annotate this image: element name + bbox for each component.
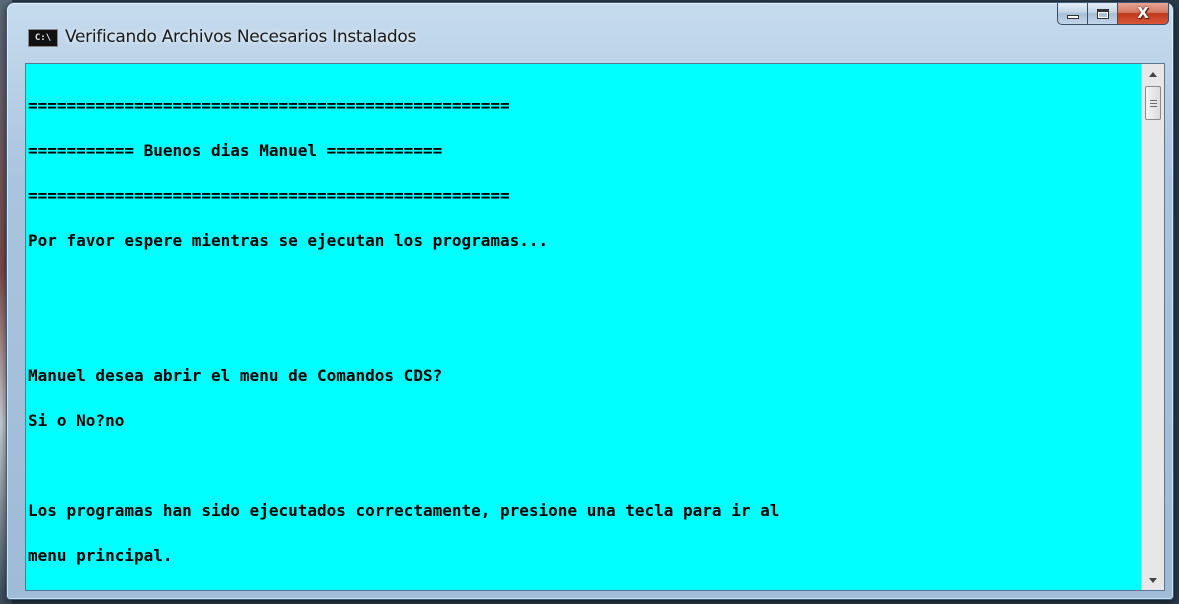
grip-icon — [1149, 99, 1157, 101]
minimize-button[interactable] — [1057, 3, 1087, 25]
console-line: Por favor espere mientras se ejecutan lo… — [28, 231, 549, 250]
maximize-button[interactable] — [1087, 3, 1117, 25]
scroll-up-button[interactable] — [1142, 64, 1164, 84]
vertical-scrollbar[interactable] — [1141, 64, 1164, 590]
scroll-down-button[interactable] — [1142, 570, 1164, 590]
window-title: Verificando Archivos Necesarios Instalad… — [65, 27, 417, 47]
scroll-up-arrow-icon — [1149, 71, 1157, 77]
scroll-down-arrow-icon — [1149, 577, 1157, 583]
console-area[interactable]: ========================================… — [25, 63, 1165, 591]
console-line: Los programas han sido ejecutados correc… — [28, 501, 780, 520]
minimize-icon — [1066, 15, 1079, 19]
close-button[interactable]: X — [1117, 3, 1169, 25]
console-window-icon[interactable]: C:\ — [28, 29, 58, 47]
title-bar[interactable]: C:\ Verificando Archivos Necesarios Inst… — [7, 3, 1173, 61]
maximize-icon — [1096, 8, 1109, 19]
caption-buttons: X — [1057, 3, 1169, 25]
grip-icon — [1149, 102, 1157, 104]
console-output: ========================================… — [28, 68, 1138, 586]
console-line: =========== Buenos dias Manuel =========… — [28, 141, 443, 160]
grip-icon — [1149, 105, 1157, 107]
console-line: menu principal. — [28, 546, 173, 565]
scroll-thumb[interactable] — [1145, 86, 1161, 120]
console-line: ========================================… — [28, 186, 510, 205]
console-line: ========================================… — [28, 96, 510, 115]
close-icon: X — [1137, 4, 1149, 22]
console-line: Si o No?no — [28, 411, 125, 430]
console-line: Manuel desea abrir el menu de Comandos C… — [28, 366, 443, 385]
console-window: C:\ Verificando Archivos Necesarios Inst… — [6, 2, 1174, 600]
